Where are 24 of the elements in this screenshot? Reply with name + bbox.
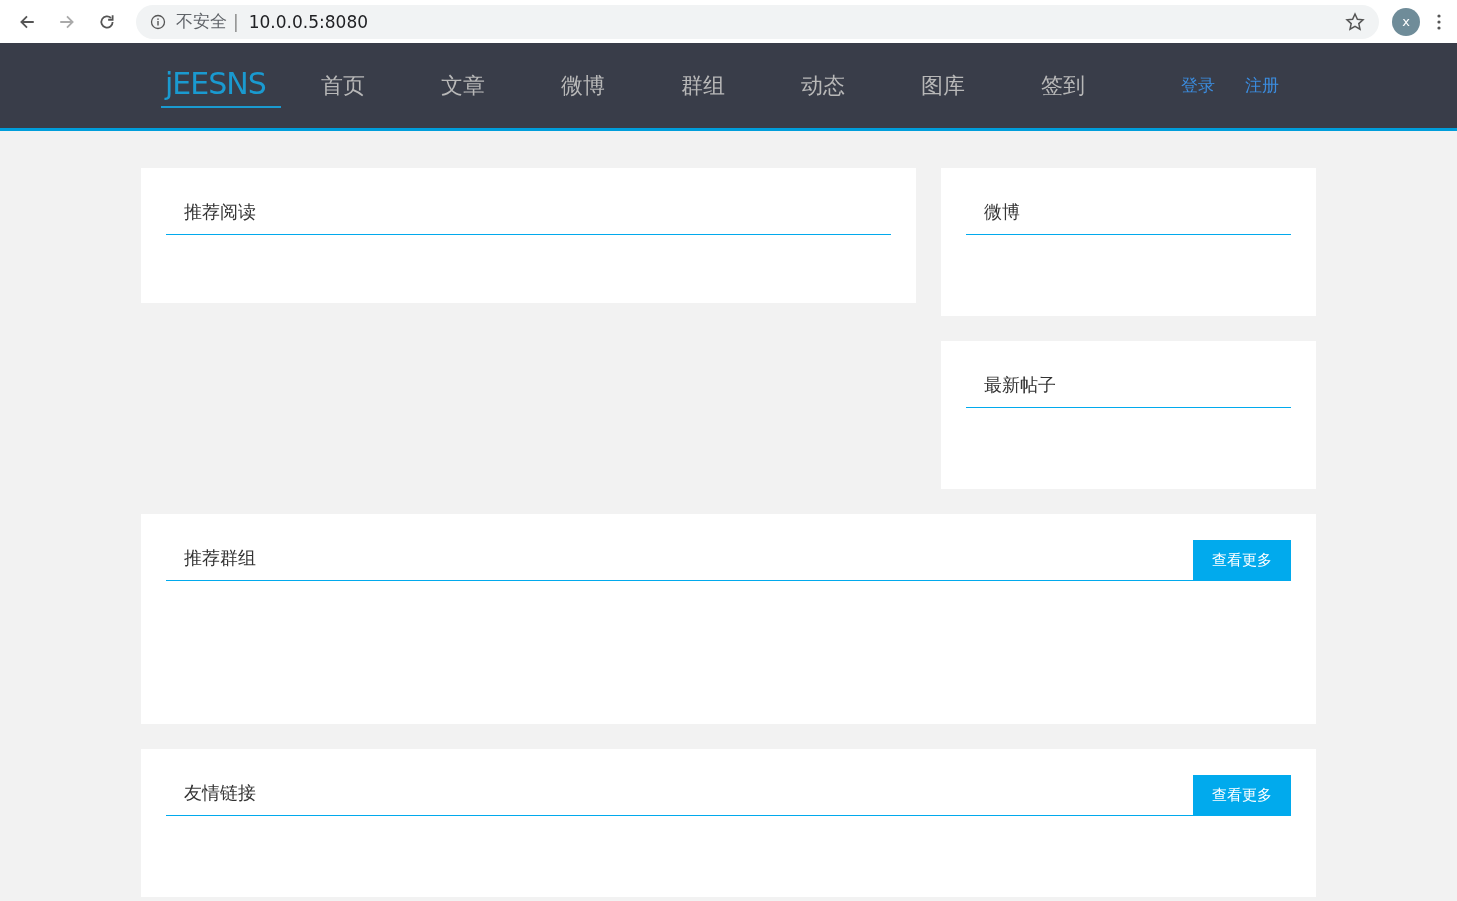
- section-title: 微博: [983, 200, 1020, 224]
- url-text: 10.0.0.5:8080: [248, 11, 370, 32]
- section-title: 推荐群组: [183, 546, 256, 570]
- nav-link[interactable]: 首页: [321, 70, 441, 101]
- section-title: 推荐阅读: [183, 200, 256, 224]
- reload-icon[interactable]: [98, 12, 116, 31]
- info-icon[interactable]: [150, 13, 166, 30]
- profile-avatar[interactable]: x: [1392, 7, 1420, 36]
- account-link[interactable]: 注册: [1245, 74, 1279, 97]
- star-icon[interactable]: [1345, 11, 1365, 32]
- separator: |: [233, 11, 239, 32]
- nav-link[interactable]: 文章: [441, 70, 561, 101]
- nav-link[interactable]: 微博: [561, 70, 681, 101]
- nav-link[interactable]: 图库: [921, 70, 1041, 101]
- site-logo[interactable]: jEESNS: [161, 63, 281, 108]
- address-bar[interactable]: 不安全 | 10.0.0.5:8080: [136, 4, 1379, 39]
- section-title: 友情链接: [183, 781, 256, 805]
- nav-link[interactable]: 签到: [1041, 70, 1161, 101]
- section-title: 最新帖子: [983, 373, 1056, 397]
- nav-link[interactable]: 动态: [801, 70, 921, 101]
- menu-icon[interactable]: [1437, 13, 1441, 30]
- account-link[interactable]: 登录: [1181, 74, 1215, 97]
- security-label: 不安全: [176, 10, 227, 33]
- nav-link[interactable]: 群组: [681, 70, 801, 101]
